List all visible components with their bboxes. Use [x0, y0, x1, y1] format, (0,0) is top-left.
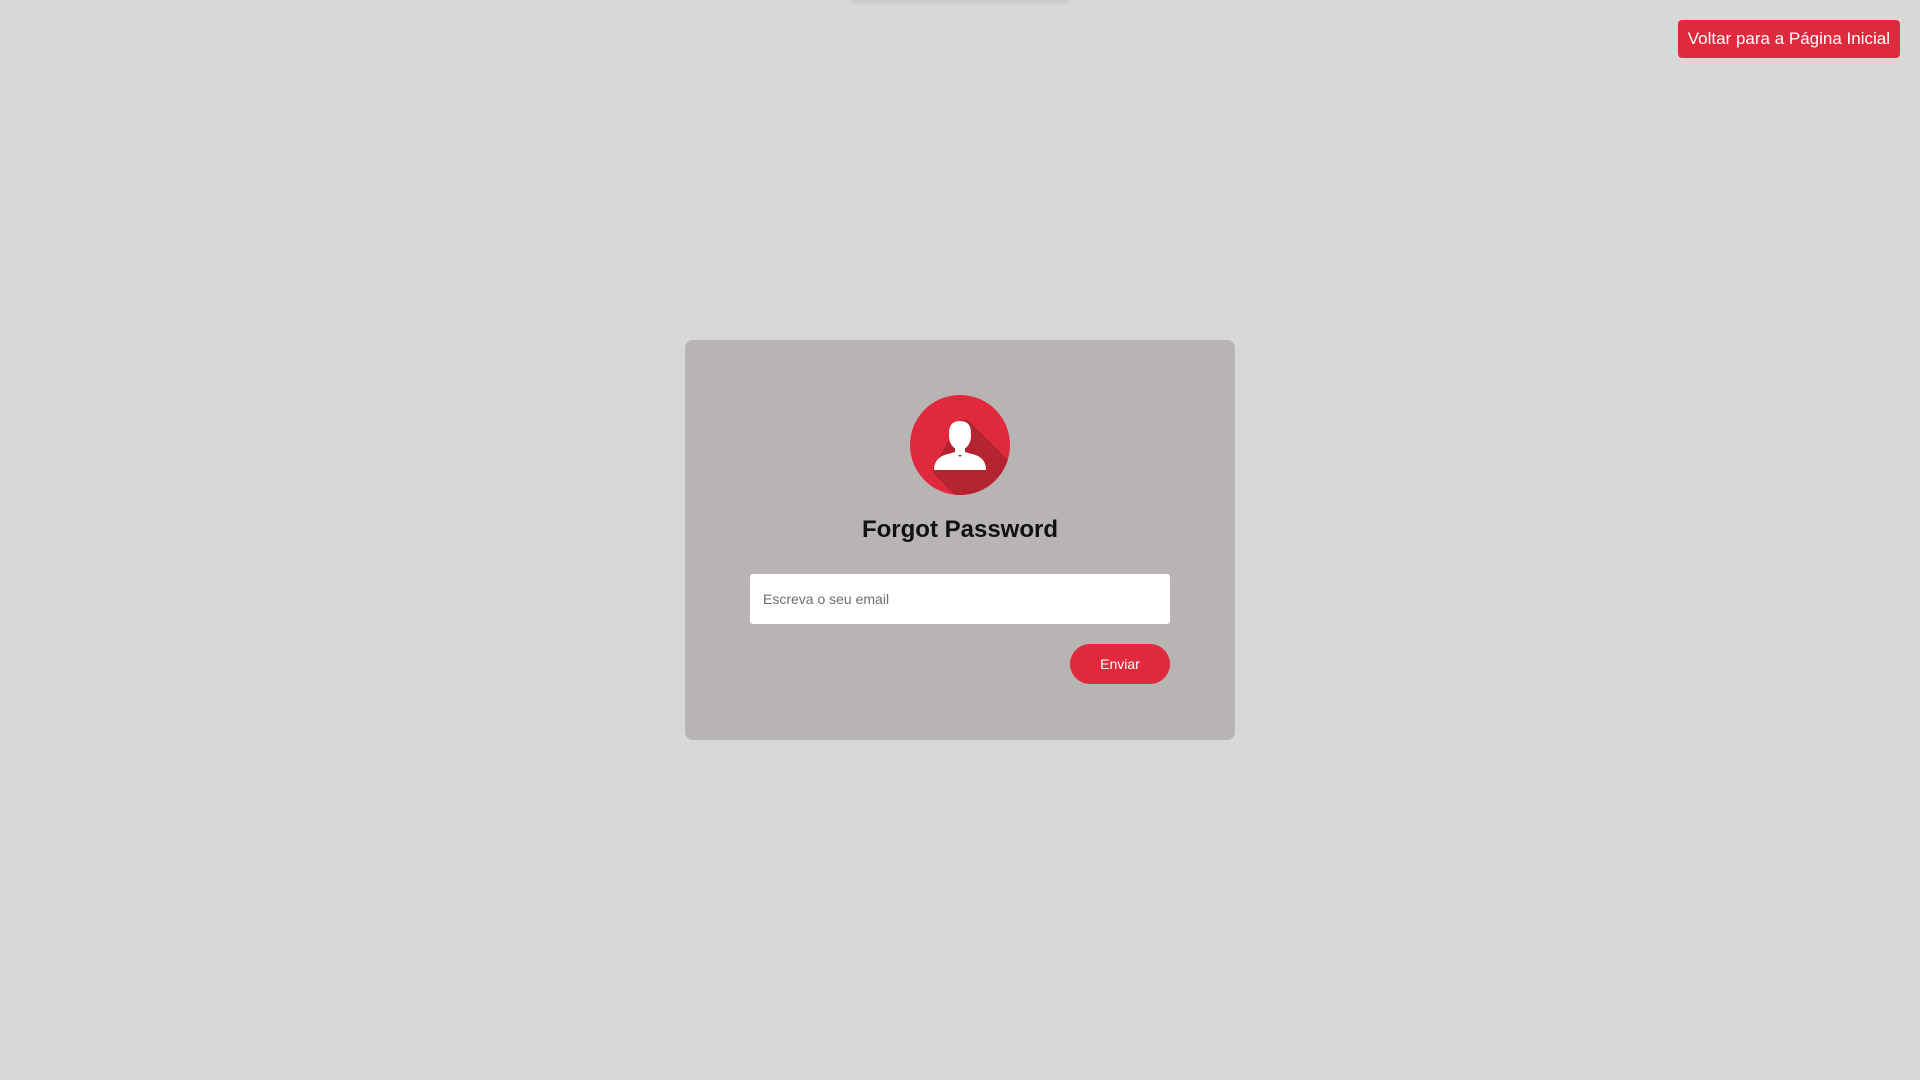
submit-button[interactable]: Enviar	[1070, 644, 1170, 684]
forgot-password-card: Forgot Password Enviar	[685, 340, 1235, 740]
user-icon	[910, 395, 1010, 495]
top-edge-shadow	[850, 0, 1070, 2]
page-title: Forgot Password	[861, 516, 1059, 543]
back-to-home-button[interactable]: Voltar para a Página Inicial	[1677, 20, 1900, 58]
email-field[interactable]	[750, 574, 1170, 624]
